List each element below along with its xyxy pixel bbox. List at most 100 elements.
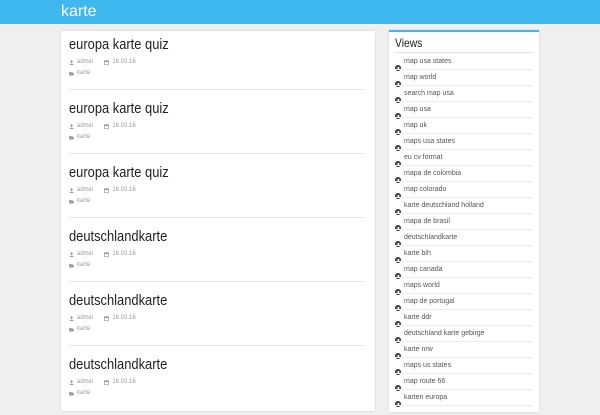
post-category-link[interactable]: karte [77,133,90,141]
site-brand-link[interactable]: karte [61,2,97,22]
sidebar-view-link[interactable]: karten europa [404,393,447,402]
sidebar-view-item[interactable]: map colorado [395,182,533,199]
post-category-row: karte [69,261,90,269]
arrow-circle-right-icon [395,314,401,327]
sidebar-view-link[interactable]: map canada [404,265,443,274]
post-category-link[interactable]: karte [77,197,90,205]
sidebar-view-link[interactable]: deutschland karte gebirge [404,329,485,338]
post-category-row: karte [69,69,90,77]
author-icon [69,251,74,257]
post-item: europa karte quiz admin 16.03.16 karte [61,31,375,95]
post-title-link[interactable]: europa karte quiz [69,99,169,119]
author-icon [69,315,74,321]
sidebar-view-link[interactable]: karte deutschland holland [404,201,484,210]
post-title-link[interactable]: deutschlandkarte [69,291,167,311]
sidebar-view-item[interactable]: map world [395,70,533,87]
arrow-circle-right-icon [395,138,401,151]
post-meta: admin 16.03.16 [69,314,136,322]
sidebar-view-item[interactable]: maps usa states [395,134,533,151]
post-author-link[interactable]: admin [77,186,93,194]
sidebar-view-item[interactable]: eu cv format [395,150,533,167]
post-title-link[interactable]: deutschlandkarte [69,227,167,247]
sidebar-view-item[interactable]: map usa [395,102,533,119]
author-icon [69,59,74,65]
post-divider [69,281,365,282]
sidebar-view-item[interactable]: search map usa [395,86,533,103]
sidebar-view-link[interactable]: mapa de colombia [404,169,461,178]
sidebar-view-item[interactable]: karten europa [395,390,533,407]
post-category-link[interactable]: karte [77,261,90,269]
sidebar-view-link[interactable]: karte ddr [404,313,432,322]
post-category-link[interactable]: karte [77,69,90,77]
sidebar-view-link[interactable]: map usa states [404,57,451,66]
calendar-icon [104,123,110,129]
sidebar-view-item[interactable]: map route 66 [395,374,533,391]
post-author-link[interactable]: admin [77,122,93,130]
sidebar-view-link[interactable]: mapa de brasil [404,217,450,226]
sidebar-view-link[interactable]: map de portugal [404,297,455,306]
sidebar-view-link[interactable]: map world [404,73,436,82]
post-divider [69,89,365,90]
sidebar-view-item[interactable]: map canada [395,262,533,279]
post-author-link[interactable]: admin [77,378,93,386]
sidebar-view-link[interactable]: map route 66 [404,377,445,386]
post-title-link[interactable]: deutschlandkarte [69,355,167,375]
post-title-link[interactable]: europa karte quiz [69,35,169,55]
sidebar-view-item[interactable]: karte bih [395,246,533,263]
sidebar-views-widget: Views map usa states map world search map … [389,30,539,412]
post-category-link[interactable]: karte [77,325,90,333]
post-item: deutschlandkarte admin 16.03.16 karte [61,287,375,351]
calendar-icon [104,59,110,65]
sidebar-view-item[interactable]: karte deutschland holland [395,198,533,215]
post-author-link[interactable]: admin [77,58,93,66]
post-category-link[interactable]: karte [77,389,90,397]
folder-icon [69,199,74,204]
post-author-link[interactable]: admin [77,314,93,322]
post-category-row: karte [69,197,90,205]
arrow-circle-right-icon [395,362,401,375]
sidebar-view-link[interactable]: karte bih [404,249,431,258]
arrow-circle-right-icon [395,346,401,359]
main-content: europa karte quiz admin 16.03.16 karte europ… [61,31,375,411]
post-divider [69,217,365,218]
sidebar-view-link[interactable]: map uk [404,121,427,130]
arrow-circle-right-icon [395,74,401,87]
folder-icon [69,263,74,268]
sidebar-view-item[interactable]: karte ddr [395,310,533,327]
post-divider [69,345,365,346]
sidebar-view-item[interactable]: karte nrw [395,342,533,359]
arrow-circle-right-icon [395,266,401,279]
sidebar-view-link[interactable]: maps usa states [404,137,455,146]
sidebar-view-link[interactable]: maps world [404,281,440,290]
sidebar-item-divider [395,405,533,406]
sidebar-view-link[interactable]: deutschlandkarte [404,233,457,242]
sidebar-view-item[interactable]: map de portugal [395,294,533,311]
sidebar-view-item[interactable]: mapa de brasil [395,214,533,231]
arrow-circle-right-icon [395,378,401,391]
sidebar-view-item[interactable]: mapa de colombia [395,166,533,183]
sidebar-view-link[interactable]: eu cv format [404,153,443,162]
sidebar-view-link[interactable]: map colorado [404,185,446,194]
sidebar-view-item[interactable]: map uk [395,118,533,135]
post-title-link[interactable]: europa karte quiz [69,163,169,183]
sidebar-view-item[interactable]: deutschlandkarte [395,230,533,247]
author-icon [69,187,74,193]
arrow-circle-right-icon [395,170,401,183]
sidebar-view-item[interactable]: maps us states [395,358,533,375]
post-date: 16.03.16 [112,123,136,129]
arrow-circle-right-icon [395,106,401,119]
sidebar-view-item[interactable]: deutschland karte gebirge [395,326,533,343]
sidebar-view-link[interactable]: karte nrw [404,345,433,354]
post-author-link[interactable]: admin [77,250,93,258]
sidebar-view-link[interactable]: maps us states [404,361,451,370]
sidebar-view-item[interactable]: map usa states [395,54,533,71]
arrow-circle-right-icon [395,250,401,263]
sidebar-view-link[interactable]: search map usa [404,89,454,98]
post-category-row: karte [69,133,90,141]
sidebar-view-item[interactable]: maps world [395,278,533,295]
author-icon [69,123,74,129]
sidebar-view-link[interactable]: map usa [404,105,431,114]
post-meta: admin 16.03.16 [69,250,136,258]
calendar-icon [104,251,110,257]
post-date: 16.03.16 [112,379,136,385]
